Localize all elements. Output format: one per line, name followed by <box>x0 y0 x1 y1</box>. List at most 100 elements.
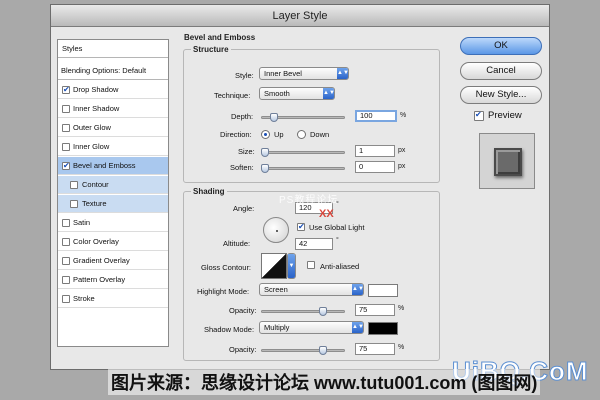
style-value: Inner Bevel <box>264 69 302 78</box>
direction-up-label: Up <box>274 130 284 139</box>
sidebar-item-label: Outer Glow <box>73 123 111 132</box>
altitude-label: Altitude: <box>223 239 251 248</box>
shadow-mode-select[interactable]: Multiply ▲▼ <box>259 321 364 334</box>
contour-checkbox[interactable] <box>70 181 78 189</box>
styles-list: Styles Blending Options: Default Drop Sh… <box>57 39 169 347</box>
highlight-opacity-thumb[interactable] <box>319 307 327 316</box>
size-slider[interactable] <box>261 148 345 157</box>
size-label: Size: <box>238 147 255 156</box>
depth-label: Depth: <box>231 112 254 121</box>
highlight-opacity-slider[interactable] <box>261 307 345 316</box>
chevron-updown-icon: ▲▼ <box>352 322 364 333</box>
sidebar-item-label: Contour <box>82 180 109 189</box>
sidebar-item-label: Blending Options: Default <box>61 66 147 75</box>
sidebar-item-pattern-overlay[interactable]: Pattern Overlay <box>58 271 168 289</box>
highlight-color-swatch[interactable] <box>368 284 398 297</box>
highlight-mode-select[interactable]: Screen ▲▼ <box>259 283 364 296</box>
sidebar-item-drop-shadow[interactable]: Drop Shadow <box>58 81 168 99</box>
global-light-checkbox[interactable] <box>297 221 305 233</box>
style-select[interactable]: Inner Bevel ▲▼ <box>259 67 349 80</box>
shadow-opacity-input[interactable]: 75 <box>355 343 395 355</box>
sidebar-item-inner-shadow[interactable]: Inner Shadow <box>58 100 168 118</box>
sidebar-item-label: Texture <box>82 199 107 208</box>
sidebar-item-label: Inner Shadow <box>73 104 120 113</box>
chevron-updown-icon: ▲▼ <box>323 88 335 99</box>
technique-select[interactable]: Smooth ▲▼ <box>259 87 335 100</box>
bevel-emboss-checkbox[interactable] <box>62 160 70 172</box>
satin-checkbox[interactable] <box>62 219 70 227</box>
sidebar-item-color-overlay[interactable]: Color Overlay <box>58 233 168 251</box>
watermark-red: XX <box>319 208 334 220</box>
sidebar-item-texture[interactable]: Texture <box>58 195 168 213</box>
highlight-opacity-unit: % <box>398 305 405 312</box>
chevron-down-icon: ▼ <box>288 254 295 278</box>
sidebar-item-contour[interactable]: Contour <box>58 176 168 194</box>
shadow-color-swatch[interactable] <box>368 322 398 335</box>
texture-checkbox[interactable] <box>70 200 78 208</box>
color-overlay-checkbox[interactable] <box>62 238 70 246</box>
styles-header[interactable]: Styles <box>58 40 168 58</box>
depth-slider-thumb[interactable] <box>270 113 278 122</box>
technique-label: Technique: <box>214 91 251 100</box>
angle-label: Angle: <box>233 204 255 213</box>
image-source-caption: 图片来源：思缘设计论坛 www.tutu001.com (图图网) <box>108 369 541 395</box>
shadow-opacity-unit: % <box>398 344 405 351</box>
shadow-opacity-label: Opacity: <box>229 345 257 354</box>
layer-style-dialog: Layer Style Styles Blending Options: Def… <box>50 4 550 370</box>
technique-value: Smooth <box>264 89 290 98</box>
styles-header-label: Styles <box>62 44 83 53</box>
watermark-center: PS教程论坛 <box>279 195 339 206</box>
shadow-mode-label: Shadow Mode: <box>204 325 255 334</box>
sidebar-item-outer-glow[interactable]: Outer Glow <box>58 119 168 137</box>
stroke-checkbox[interactable] <box>62 295 70 303</box>
shadow-mode-value: Multiply <box>264 323 290 332</box>
sidebar-item-bevel-emboss[interactable]: Bevel and Emboss <box>58 157 168 175</box>
highlight-opacity-input[interactable]: 75 <box>355 304 395 316</box>
gloss-contour-dropdown[interactable]: ▼ <box>287 253 296 279</box>
sidebar-item-label: Pattern Overlay <box>73 275 126 284</box>
direction-down-radio[interactable] <box>297 130 306 139</box>
gradient-overlay-checkbox[interactable] <box>62 257 70 265</box>
sidebar-item-inner-glow[interactable]: Inner Glow <box>58 138 168 156</box>
altitude-input[interactable]: 42 <box>295 238 333 250</box>
shadow-opacity-thumb[interactable] <box>319 346 327 355</box>
depth-unit: % <box>400 112 407 119</box>
sidebar-item-label: Stroke <box>73 294 95 303</box>
preview-thumbnail <box>479 133 535 189</box>
anti-aliased-label: Anti-aliased <box>320 262 360 271</box>
sidebar-item-label: Gradient Overlay <box>73 256 130 265</box>
gloss-contour-swatch[interactable] <box>261 253 287 279</box>
new-style-button[interactable]: New Style... <box>460 86 542 104</box>
soften-slider[interactable] <box>261 164 345 173</box>
cancel-button[interactable]: Cancel <box>460 62 542 80</box>
sidebar-item-gradient-overlay[interactable]: Gradient Overlay <box>58 252 168 270</box>
global-light-label: Use Global Light <box>309 223 365 232</box>
depth-input[interactable]: 100 <box>355 110 397 122</box>
sidebar-item-label: Satin <box>73 218 91 227</box>
inner-shadow-checkbox[interactable] <box>62 105 70 113</box>
sidebar-item-label: Inner Glow <box>73 142 110 151</box>
shadow-opacity-slider[interactable] <box>261 346 345 355</box>
drop-shadow-checkbox[interactable] <box>62 84 70 96</box>
outer-glow-checkbox[interactable] <box>62 124 70 132</box>
ok-button[interactable]: OK <box>460 37 542 55</box>
depth-slider[interactable] <box>261 113 345 122</box>
angle-dial[interactable] <box>263 217 289 243</box>
size-input[interactable]: 1 <box>355 145 395 157</box>
soften-slider-thumb[interactable] <box>261 164 269 173</box>
direction-up-radio[interactable] <box>261 130 270 139</box>
sidebar-item-stroke[interactable]: Stroke <box>58 290 168 308</box>
sidebar-item-blending-options[interactable]: Blending Options: Default <box>58 62 168 80</box>
chevron-updown-icon: ▲▼ <box>352 284 364 295</box>
style-label: Style: <box>235 71 254 80</box>
sidebar-item-satin[interactable]: Satin <box>58 214 168 232</box>
soften-input[interactable]: 0 <box>355 161 395 173</box>
preview-checkbox[interactable] <box>474 109 484 121</box>
anti-aliased-checkbox[interactable] <box>307 261 315 269</box>
highlight-opacity-label: Opacity: <box>229 306 257 315</box>
size-slider-thumb[interactable] <box>261 148 269 157</box>
inner-glow-checkbox[interactable] <box>62 143 70 151</box>
pattern-overlay-checkbox[interactable] <box>62 276 70 284</box>
gloss-contour-label: Gloss Contour: <box>201 263 252 272</box>
soften-label: Soften: <box>230 163 254 172</box>
